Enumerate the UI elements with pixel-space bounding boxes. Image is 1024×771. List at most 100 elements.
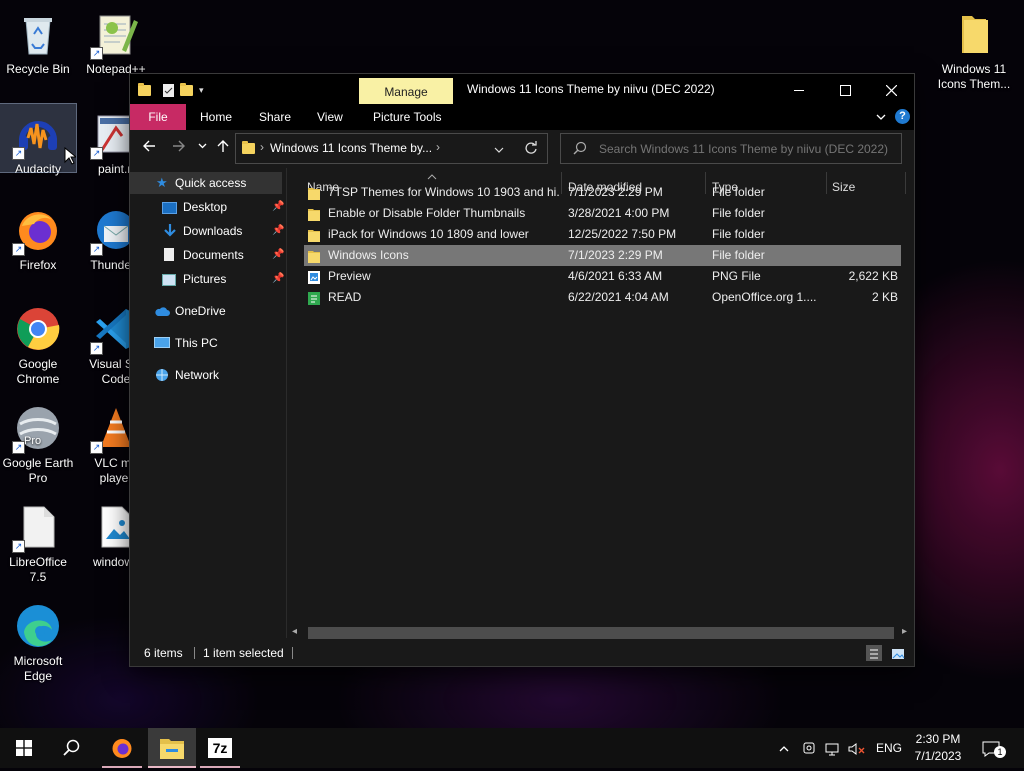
7zip-icon: 7z (208, 738, 232, 758)
scrollbar-thumb[interactable] (308, 627, 894, 639)
navigation-pane: ★ Quick access Desktop 📌 Downloads 📌 Doc… (130, 168, 287, 638)
address-bar[interactable]: › Windows 11 Icons Theme by... › (235, 133, 548, 164)
forward-button[interactable] (172, 139, 186, 158)
nav-label: This PC (175, 336, 218, 350)
shortcut-arrow-icon: ↗ (90, 243, 103, 256)
file-type: File folder (712, 206, 765, 220)
search-input[interactable] (597, 139, 897, 159)
address-history-dropdown[interactable] (494, 142, 504, 160)
file-list: Name Date modified Type Size 7TSP Themes… (288, 168, 914, 638)
taskbar-firefox[interactable] (98, 728, 146, 768)
table-row[interactable]: Preview 4/6/2021 6:33 AM PNG File 2,622 KB (304, 266, 901, 287)
desktop-icon-libreoffice[interactable]: ↗ LibreOffice 7.5 (0, 497, 76, 585)
title-bar[interactable]: ▾ Manage Windows 11 Icons Theme by niivu… (130, 74, 914, 104)
clock[interactable]: 2:30 PM 7/1/2023 (910, 728, 966, 771)
minimize-icon (794, 89, 804, 91)
meet-now-button[interactable] (802, 728, 818, 768)
tab-manage[interactable]: Manage (359, 78, 453, 104)
tab-view[interactable]: View (317, 104, 343, 130)
firefox-icon: ↗ (12, 206, 62, 256)
file-explorer-window[interactable]: ▾ Manage Windows 11 Icons Theme by niivu… (130, 74, 914, 666)
file-name: Enable or Disable Folder Thumbnails (328, 206, 526, 220)
desktop-icon-label: Firefox (19, 258, 57, 272)
desktop-icon-recycle-bin[interactable]: Recycle Bin (0, 4, 76, 77)
desktop-icon-google-earth[interactable]: Pro ↗ Google Earth Pro (0, 398, 76, 486)
clock-date: 7/1/2023 (914, 749, 962, 763)
desktop-icon-notepadpp[interactable]: ↗ Notepad++ (78, 4, 154, 77)
address-path[interactable]: Windows 11 Icons Theme by... (270, 141, 432, 155)
column-divider[interactable] (905, 172, 906, 194)
search-button[interactable] (48, 728, 96, 768)
star-icon: ★ (156, 175, 168, 190)
properties-icon[interactable] (163, 83, 174, 97)
nav-quick-access[interactable]: ★ Quick access (130, 172, 282, 194)
expand-ribbon-icon[interactable] (875, 110, 887, 128)
file-date: 6/22/2021 4:04 AM (568, 290, 669, 304)
tab-picture-tools[interactable]: Picture Tools (373, 104, 441, 130)
taskbar-7zip[interactable]: 7z (196, 728, 244, 768)
ethernet-icon (825, 743, 839, 756)
address-row: › Windows 11 Icons Theme by... › (130, 130, 914, 168)
nav-label: Downloads (183, 224, 243, 238)
chevron-up-icon (779, 745, 789, 752)
file-type: File folder (712, 248, 765, 262)
audacity-icon: ↗ (12, 110, 62, 160)
shortcut-arrow-icon: ↗ (90, 147, 103, 160)
details-view-button[interactable] (866, 645, 882, 661)
desktop-icon-label: LibreOffice 7.5 (9, 555, 67, 584)
desktop-icon-firefox[interactable]: ↗ Firefox (0, 200, 76, 273)
recycle-bin-icon (14, 10, 62, 58)
help-icon[interactable]: ? (895, 109, 910, 124)
maximize-icon (839, 84, 851, 96)
file-name: Windows Icons (328, 248, 409, 262)
windows-logo-icon (16, 740, 32, 756)
tab-file[interactable]: File (130, 104, 186, 130)
forward-arrow-icon (173, 140, 185, 152)
search-box[interactable] (560, 133, 902, 164)
tab-home[interactable]: Home (200, 104, 232, 130)
minimize-button[interactable] (776, 74, 822, 104)
tab-share[interactable]: Share (259, 104, 291, 130)
table-row[interactable]: Enable or Disable Folder Thumbnails 3/28/… (304, 203, 901, 224)
window-title: Windows 11 Icons Theme by niivu (DEC 202… (467, 82, 715, 96)
scroll-right-icon[interactable]: ▸ (902, 626, 907, 637)
start-button[interactable] (0, 728, 48, 768)
recent-locations-button[interactable] (198, 139, 207, 158)
table-row[interactable]: iPack for Windows 10 1809 and lower 12/25… (304, 224, 901, 245)
refresh-button[interactable] (524, 140, 538, 159)
close-button[interactable] (868, 74, 914, 104)
nav-label: Quick access (175, 176, 247, 190)
new-folder-icon[interactable] (180, 82, 193, 96)
table-row[interactable]: 7TSP Themes for Windows 10 1903 and hi..… (304, 182, 901, 203)
language-indicator[interactable]: ENG (876, 728, 902, 768)
desktop-icon-edge[interactable]: Microsoft Edge (0, 596, 76, 684)
volume-button[interactable] (848, 728, 868, 768)
customize-qat-icon[interactable]: ▾ (199, 85, 204, 96)
libreoffice-icon: ↗ (12, 503, 62, 553)
shortcut-arrow-icon: ↗ (12, 441, 25, 454)
nav-label: Pictures (183, 272, 227, 286)
scroll-left-icon[interactable]: ◂ (292, 626, 297, 637)
desktop-icon-label: Windows 11 Icons Them... (937, 62, 1011, 91)
notifications-button[interactable]: 1 (982, 728, 1006, 768)
table-row[interactable]: READ 6/22/2021 4:04 AM OpenOffice.org 1...… (304, 287, 901, 308)
table-row[interactable]: Windows Icons 7/1/2023 2:29 PM File folder (304, 245, 901, 266)
pictures-icon (162, 274, 176, 286)
desktop-icon-chrome[interactable]: Google Chrome (0, 299, 76, 387)
status-divider (292, 647, 293, 659)
status-bar: 6 items 1 item selected (130, 640, 914, 666)
cloud-icon (155, 307, 170, 316)
clock-time: 2:30 PM (915, 732, 961, 746)
up-button[interactable] (216, 139, 230, 158)
refresh-icon (525, 141, 537, 154)
horizontal-scrollbar[interactable]: ◂ ▸ (288, 626, 914, 640)
network-status-button[interactable] (825, 728, 841, 768)
folder-icon[interactable] (138, 82, 151, 96)
large-icons-view-button[interactable] (890, 645, 906, 661)
up-arrow-icon (217, 140, 229, 152)
back-button[interactable] (142, 139, 156, 158)
show-hidden-icons-button[interactable] (778, 728, 794, 768)
maximize-button[interactable] (822, 74, 868, 104)
taskbar-file-explorer[interactable] (148, 728, 196, 768)
desktop-icon-win11-folder[interactable]: Windows 11 Icons Them... (934, 4, 1014, 92)
